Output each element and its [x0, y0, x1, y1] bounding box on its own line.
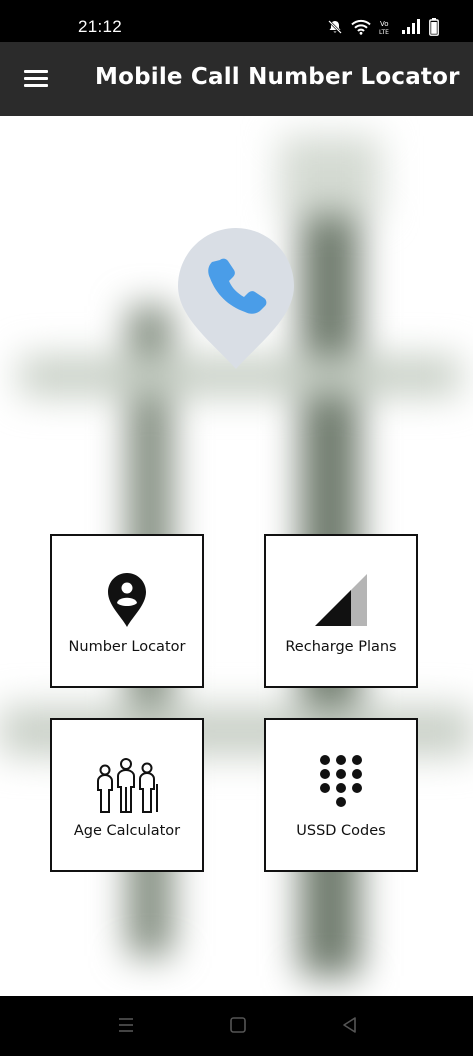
number-locator-tile[interactable]: Number Locator — [50, 534, 204, 688]
ussd-codes-tile[interactable]: USSD Codes — [264, 718, 418, 872]
main-content: Number Locator Recharge Plans Age Calcul… — [0, 116, 473, 996]
home-icon[interactable] — [228, 1015, 248, 1035]
battery-icon — [429, 18, 439, 36]
recents-icon[interactable] — [116, 1015, 136, 1035]
tile-label: USSD Codes — [296, 823, 386, 839]
svg-text:LTE: LTE — [379, 29, 389, 35]
location-pin-person-icon — [108, 573, 146, 627]
status-bar: 21:12 Vo LTE — [0, 0, 473, 42]
volte-icon: Vo LTE — [379, 20, 389, 35]
dialpad-icon — [320, 755, 362, 807]
recharge-plans-tile[interactable]: Recharge Plans — [264, 534, 418, 688]
mute-icon — [328, 20, 342, 34]
status-icons: Vo LTE — [327, 18, 439, 36]
tile-label: Recharge Plans — [285, 639, 397, 655]
age-calculator-tile[interactable]: Age Calculator — [50, 718, 204, 872]
signal-strength-icon — [315, 574, 367, 626]
wifi-icon — [351, 19, 371, 35]
app-title: Mobile Call Number Locator — [95, 64, 460, 90]
family-age-icon — [97, 758, 158, 813]
tile-label: Age Calculator — [73, 823, 181, 839]
tile-label: Number Locator — [68, 639, 186, 655]
system-nav-bar — [0, 996, 473, 1056]
back-icon[interactable] — [340, 1015, 360, 1035]
signal-icon — [402, 19, 420, 34]
status-time: 21:12 — [78, 17, 123, 36]
svg-text:Vo: Vo — [380, 20, 389, 28]
hamburger-menu-icon[interactable] — [22, 66, 52, 92]
app-bar: Mobile Call Number Locator — [0, 42, 473, 116]
phone-location-pin-icon — [178, 228, 294, 369]
